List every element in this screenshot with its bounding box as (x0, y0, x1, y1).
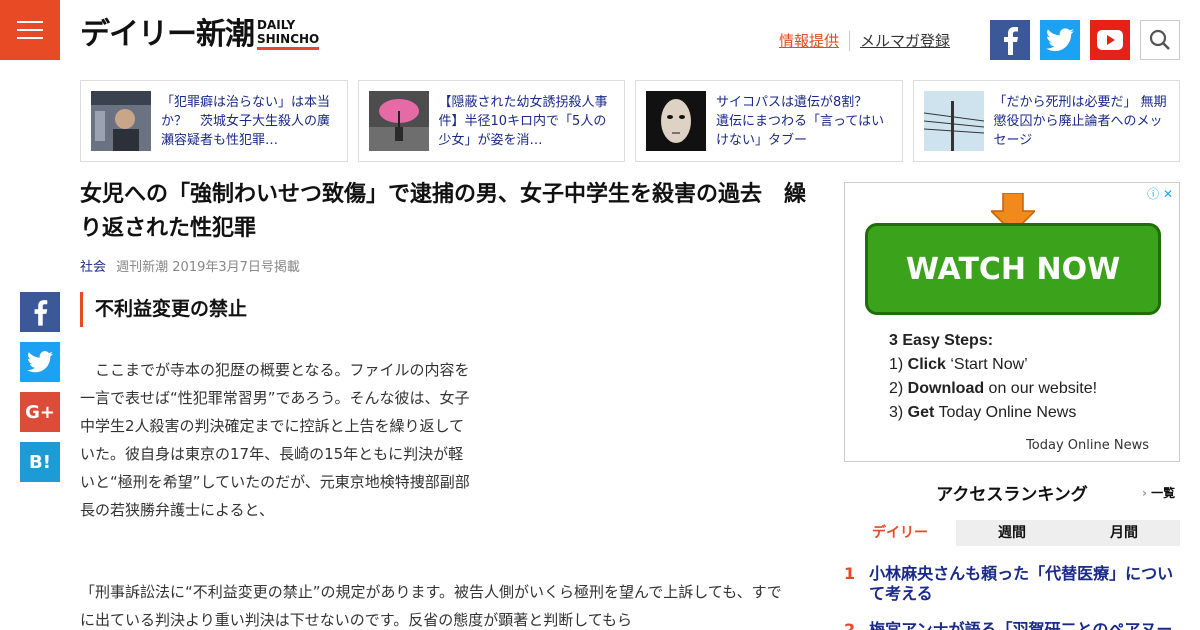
facebook-icon (34, 300, 48, 326)
related-thumbnail (91, 91, 151, 151)
related-thumbnail (646, 91, 706, 151)
ad-step-bold: Get (907, 404, 935, 421)
ad-step-num: 2) (889, 380, 908, 397)
ranking-item-title: 梅宮アンナが語る「羽賀研二とのペアヌード」 (869, 620, 1173, 630)
ad-steps-title: 3 Easy Steps: (889, 332, 994, 349)
ad-step-num: 3) (889, 404, 908, 421)
share-gplus-button[interactable]: G+ (20, 392, 60, 432)
youtube-icon (1097, 30, 1123, 50)
related-thumbnail (368, 91, 429, 151)
share-twitter-button[interactable] (20, 342, 60, 382)
related-title: 「だから死刑は必要だ」 無期懲役囚から廃止論者へのメッセージ (993, 94, 1167, 148)
ranking-tabs: デイリー 週間 月間 (844, 520, 1180, 546)
menu-icon-bar (17, 21, 43, 23)
ad-step-bold: Download (907, 380, 985, 397)
related-thumbnail (923, 91, 984, 151)
article-quote-paragraph: 「刑事訴訟法に“不利益変更の禁止”の規定があります。被告人側がいくら極刑を望んで… (80, 583, 782, 629)
logo-en-line1: DAILY (257, 18, 296, 32)
tab-daily[interactable]: デイリー (844, 520, 956, 546)
ad-steps: 3 Easy Steps: 1) Click ‘Start Now’ 2) Do… (889, 329, 1097, 425)
info-submit-link[interactable]: 情報提供 (779, 30, 839, 51)
twitter-icon (27, 351, 53, 373)
search-icon (1149, 29, 1170, 50)
ranking-number: 1 (844, 564, 856, 583)
related-articles: 「犯罪癖は治らない」は本当か？ 茨城女子大生殺人の廣瀬容疑者も性犯罪… 【隠蔽さ… (80, 80, 1180, 162)
logo-jp: デイリー新潮 (80, 17, 255, 52)
facebook-icon (1004, 27, 1018, 55)
header-links: 情報提供 メルマガ登録 (779, 30, 950, 51)
ad-step-bold: Click (907, 356, 946, 373)
ad-watch-now-button[interactable]: WATCH NOW (865, 223, 1161, 315)
facebook-button[interactable] (990, 20, 1030, 60)
related-title: 「犯罪癖は治らない」は本当か？ 茨城女子大生殺人の廣瀬容疑者も性犯罪… (161, 94, 331, 148)
tab-weekly[interactable]: 週間 (956, 520, 1068, 546)
ranking-more-label: 一覧 (1151, 486, 1176, 500)
ranking-item[interactable]: 2 梅宮アンナが語る「羽賀研二とのペアヌード」 (844, 620, 1180, 630)
share-facebook-button[interactable] (20, 292, 60, 332)
article-title: 女児への「強制わいせつ致傷」で逮捕の男、女子中学生を殺害の過去 繰り返された性犯… (80, 182, 807, 241)
article-category-link[interactable]: 社会 (80, 260, 106, 275)
ad-step-text: ‘Start Now’ (945, 356, 1028, 373)
chevron-right-icon: › (1142, 486, 1147, 500)
ad-step-num: 1) (889, 356, 908, 373)
twitter-icon (1046, 28, 1074, 52)
related-card[interactable]: 「だから死刑は必要だ」 無期懲役囚から廃止論者へのメッセージ (912, 80, 1180, 162)
hatena-icon: B! (29, 451, 51, 473)
menu-icon-bar (17, 29, 43, 31)
ad-info-icon[interactable]: ⓘ ✕ (1147, 185, 1173, 202)
site-logo[interactable]: デイリー新潮 DAILY SHINCHO (80, 17, 320, 52)
article-meta: 社会 週刊新潮 2019年3月7日号掲載 (80, 256, 300, 275)
logo-en: DAILY SHINCHO (257, 18, 320, 50)
related-title: サイコパスは遺伝が8割？ 遺伝にまつわる「言ってはいけない」タブー (716, 94, 885, 148)
ranking-item-title: 小林麻央さんも頼った「代替医療」について考える (869, 564, 1174, 603)
twitter-button[interactable] (1040, 20, 1080, 60)
article-source: 週刊新潮 2019年3月7日号掲載 (116, 260, 300, 275)
related-card[interactable]: サイコパスは遺伝が8割？ 遺伝にまつわる「言ってはいけない」タブー (635, 80, 903, 162)
share-hatena-button[interactable]: B! (20, 442, 60, 482)
ranking-number: 2 (844, 620, 856, 630)
menu-button[interactable] (0, 0, 60, 60)
related-card[interactable]: 【隠蔽された幼女誘拐殺人事件】半径10キロ内で「5人の少女」が姿を消… (357, 80, 625, 162)
section-heading: 不利益変更の禁止 (80, 292, 247, 327)
ad-step-text: Today Online News (934, 404, 1077, 421)
youtube-button[interactable] (1090, 20, 1130, 60)
gplus-icon: G+ (25, 401, 55, 423)
menu-icon-bar (17, 37, 43, 39)
ranking-more-link[interactable]: › 一覧 (1142, 484, 1175, 501)
ranking-item[interactable]: 1 小林麻央さんも頼った「代替医療」について考える (844, 564, 1180, 604)
ranking-title: アクセスランキング (936, 485, 1088, 505)
related-card[interactable]: 「犯罪癖は治らない」は本当か？ 茨城女子大生殺人の廣瀬容疑者も性犯罪… (80, 80, 348, 162)
article-paragraph: ここまでが寺本の犯歴の概要となる。ファイルの内容を一言で表せば“性犯罪常習男”で… (80, 361, 470, 519)
related-title: 【隠蔽された幼女誘拐殺人事件】半径10キロ内で「5人の少女」が姿を消… (438, 94, 608, 148)
ad-step-text: on our website! (984, 380, 1098, 397)
advertisement[interactable]: ⓘ ✕ WATCH NOW 3 Easy Steps: 1) Click ‘St… (844, 182, 1180, 462)
search-button[interactable] (1140, 20, 1180, 60)
ad-brand: Today Online News (1026, 438, 1149, 453)
header-divider (849, 30, 851, 51)
newsletter-link[interactable]: メルマガ登録 (860, 30, 950, 51)
logo-en-line2: SHINCHO (257, 32, 320, 46)
tab-monthly[interactable]: 月間 (1068, 520, 1180, 546)
